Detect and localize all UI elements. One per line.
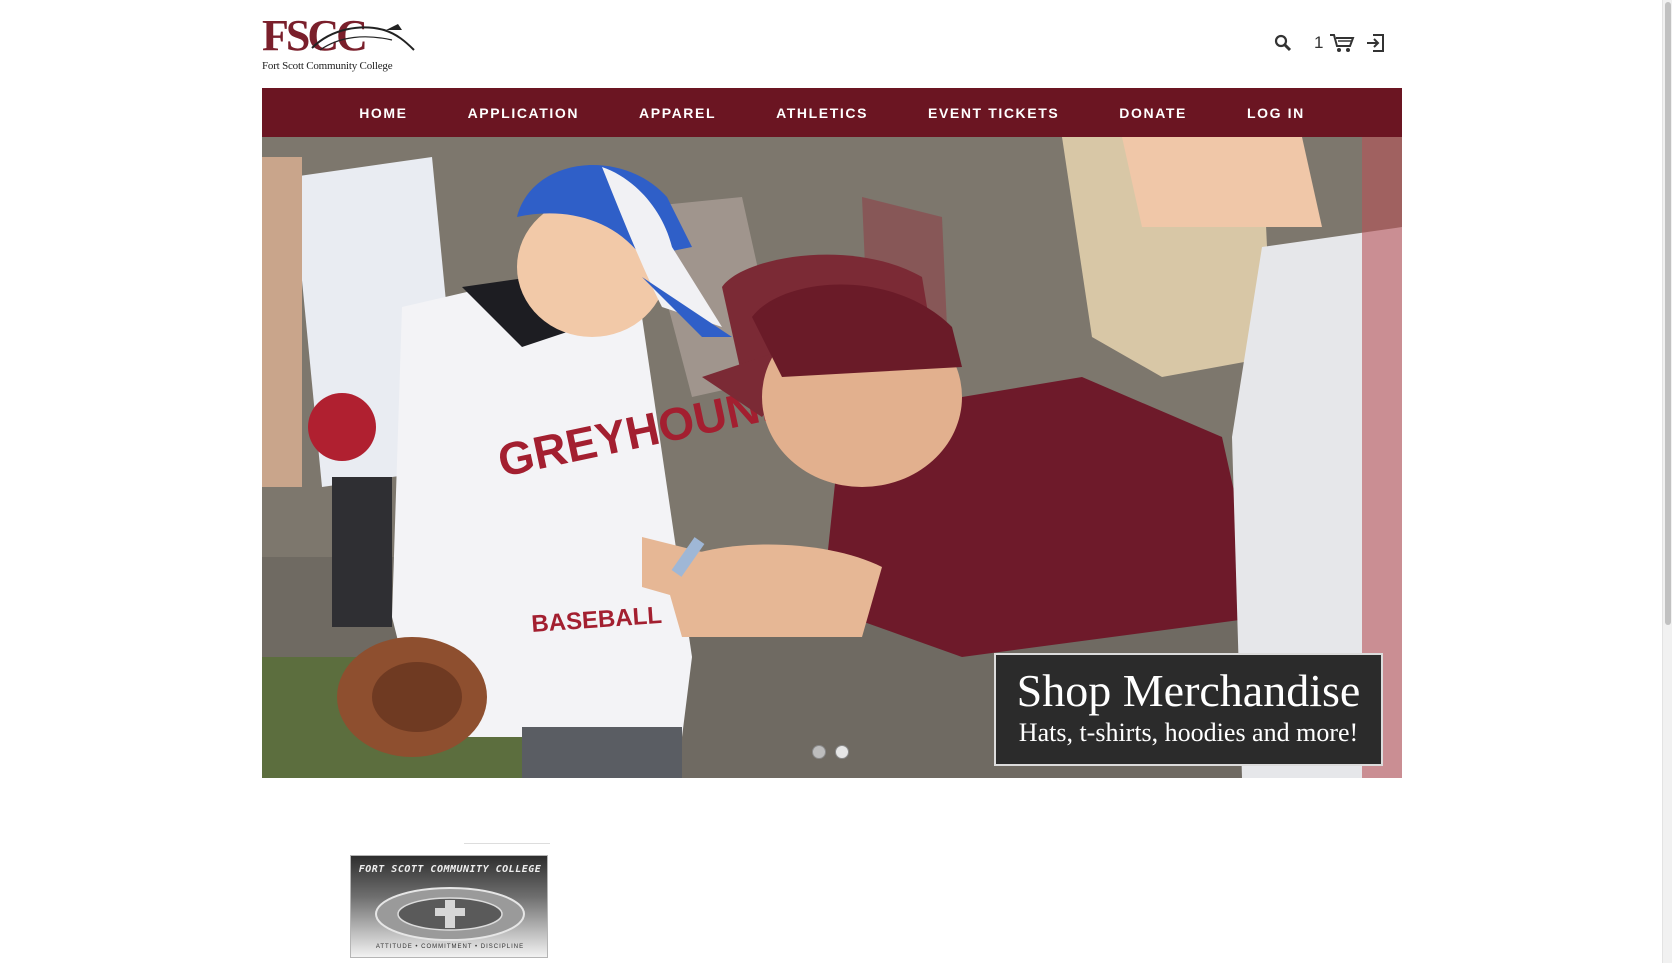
- product-image-motto: ATTITUDE • COMMITMENT • DISCIPLINE: [375, 944, 525, 950]
- nav-item-application[interactable]: APPLICATION: [468, 105, 579, 121]
- login-icon[interactable]: [1363, 30, 1389, 56]
- nav-item-home[interactable]: HOME: [359, 105, 407, 121]
- nav-item-donate[interactable]: DONATE: [1119, 105, 1187, 121]
- site-logo[interactable]: FSCC Fort Scott Community College: [262, 14, 424, 72]
- cart-count: 1: [1314, 33, 1324, 52]
- scrollbar-thumb[interactable]: [1665, 2, 1671, 625]
- logo-college-name: Fort Scott Community College: [262, 60, 393, 72]
- nav-item-event-tickets[interactable]: EVENT TICKETS: [928, 105, 1059, 121]
- stadium-graphic: [375, 887, 525, 941]
- product-image-title: FORT SCOTT COMMUNITY COLLEGE: [358, 864, 542, 875]
- main-nav: HOME APPLICATION APPAREL ATHLETICS EVENT…: [262, 88, 1402, 137]
- product-divider: [464, 843, 550, 844]
- nav-item-log-in[interactable]: LOG IN: [1247, 105, 1305, 121]
- hero-slider[interactable]: GREYHOUNDS BASEBALL Shop Merchandise Hat…: [262, 137, 1402, 778]
- cart-icon[interactable]: [1329, 30, 1355, 56]
- slider-dot-2[interactable]: [835, 745, 849, 759]
- slider-dot-1[interactable]: [812, 745, 826, 759]
- logo-greyhound-swoosh: [311, 24, 415, 51]
- product-thumbnail[interactable]: FORT SCOTT COMMUNITY COLLEGE ATTITUDE • …: [350, 855, 548, 958]
- nav-item-apparel[interactable]: APPAREL: [639, 105, 716, 121]
- search-icon[interactable]: [1270, 30, 1296, 56]
- promo-title: Shop Merchandise: [1016, 665, 1361, 716]
- header-actions: 1: [1270, 30, 1389, 56]
- shop-merchandise-banner[interactable]: Shop Merchandise Hats, t-shirts, hoodies…: [994, 653, 1383, 766]
- page-scrollbar[interactable]: [1662, 0, 1672, 963]
- promo-subtitle: Hats, t-shirts, hoodies and more!: [1018, 718, 1359, 747]
- slider-dots: [812, 745, 858, 759]
- nav-item-athletics[interactable]: ATHLETICS: [776, 105, 868, 121]
